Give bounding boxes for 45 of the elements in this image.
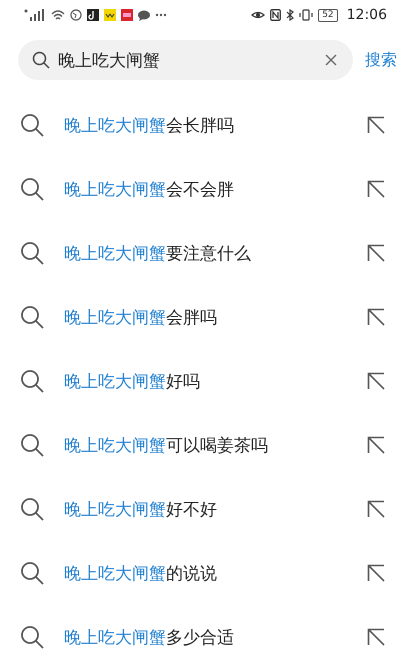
search-icon [20,625,44,649]
fill-in-arrow-icon[interactable] [367,180,385,198]
fill-in-arrow-icon[interactable] [367,564,385,582]
suggestion-item[interactable]: 晚上吃大闸蟹好吗 [64,370,347,392]
nfc-icon [270,9,282,21]
clock-time: 12:06 [346,7,387,23]
app-icon [121,9,133,21]
search-icon [20,561,44,585]
fill-in-arrow-icon[interactable] [367,436,385,454]
suggestion-item[interactable]: 晚上吃大闸蟹要注意什么 [64,242,347,264]
app-icon [104,9,116,21]
search-field[interactable]: 晚上吃大闸蟹 [18,40,353,80]
search-input[interactable]: 晚上吃大闸蟹 [58,50,317,70]
search-icon [32,51,50,69]
suggestion-item[interactable]: 晚上吃大闸蟹会不会胖 [64,178,347,200]
suggestion-item[interactable]: 晚上吃大闸蟹多少合适 [64,626,347,648]
search-button[interactable]: 搜索 [365,50,397,70]
music-app-icon [87,9,99,21]
more-icon [155,13,167,17]
bluetooth-icon [286,9,294,21]
search-icon [20,241,44,265]
chat-icon [138,10,150,20]
suggestion-item[interactable]: 晚上吃大闸蟹可以喝姜茶吗 [64,434,347,456]
fill-in-arrow-icon[interactable] [367,244,385,262]
suggestion-item[interactable]: 晚上吃大闸蟹好不好 [64,498,347,520]
suggestion-item[interactable]: 晚上吃大闸蟹会长胖吗 [64,114,347,136]
signal-icon [24,9,46,21]
fill-in-arrow-icon[interactable] [367,116,385,134]
search-icon [20,305,44,329]
search-icon [20,113,44,137]
search-icon [20,433,44,457]
fill-in-arrow-icon[interactable] [367,500,385,518]
clear-icon[interactable] [325,54,337,66]
eye-icon [251,10,266,20]
fill-in-arrow-icon[interactable] [367,308,385,326]
suggestion-item[interactable]: 晚上吃大闸蟹会胖吗 [64,306,347,328]
fill-in-arrow-icon[interactable] [367,372,385,390]
search-icon [20,177,44,201]
wifi-icon [51,9,65,21]
search-icon [20,497,44,521]
suggestion-item[interactable]: 晚上吃大闸蟹的说说 [64,562,347,584]
fill-in-arrow-icon[interactable] [367,628,385,646]
battery-icon: 52 [318,8,338,22]
vibrate-icon [299,9,314,21]
search-icon [20,369,44,393]
